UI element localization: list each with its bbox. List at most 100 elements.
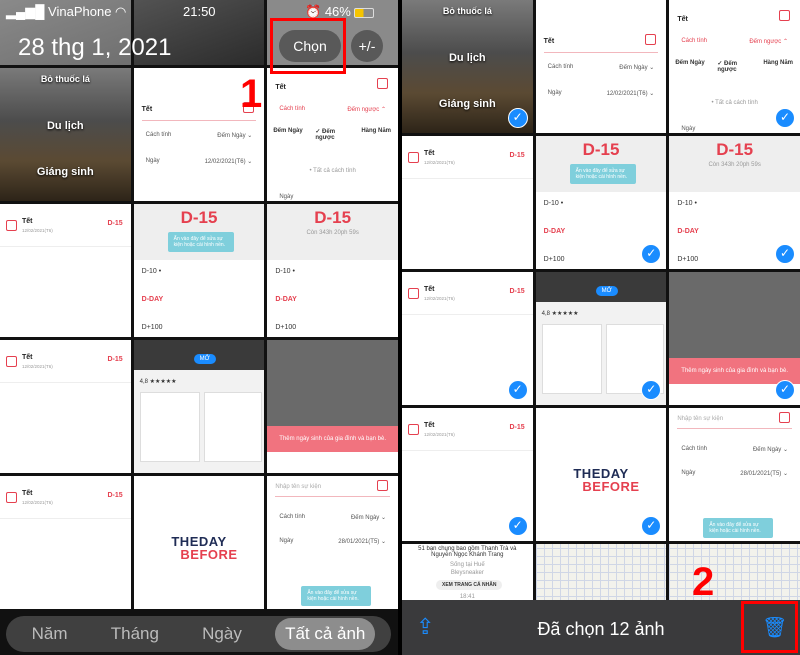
date-label: Ngày <box>547 90 562 96</box>
screenshot-preview <box>203 392 262 462</box>
date-label: Ngày <box>279 538 294 544</box>
tab-1[interactable]: Tháng <box>101 618 169 650</box>
zoom-toggle-button[interactable]: +/- <box>351 30 383 62</box>
photo-thumbnail[interactable]: D-15 Còn 343h 20ph 59s D-10 • D-DAY D+100 ✓ <box>669 136 800 269</box>
event-title: Tết <box>22 218 33 225</box>
photo-thumbnail[interactable]: Tết 12/02/2021(T6) D-15 <box>0 204 131 337</box>
method-label: Cách tính <box>145 132 172 138</box>
location: Sống tại Huế <box>449 562 485 568</box>
option-dem-nguoc: ✓ Đếm ngược <box>315 129 336 141</box>
milestone: D-10 • <box>275 268 295 275</box>
method-value: Đếm Ngày ⌄ <box>619 65 655 71</box>
date-label: Ngày <box>681 470 696 476</box>
tooltip: Ấn vào đây để sửa sự kiện hoặc cài hình … <box>703 518 774 538</box>
photo-thumbnail[interactable]: 4,8 ★★★★★ MỞ <box>133 340 265 473</box>
date-label: Ngày <box>145 158 160 164</box>
selected-check-icon[interactable]: ✓ <box>507 380 528 400</box>
username: Bleysneaker <box>450 570 484 576</box>
tab-3[interactable]: Tất cả ảnh <box>275 618 376 650</box>
photo-thumbnail[interactable]: D-15 Còn 343h 20ph 59s D-10 • D-DAY D+100 <box>267 204 398 337</box>
photo-thumbnail[interactable]: Nhập tên sự kiện Cách tính Đếm Ngày ⌄ Ngày 2… <box>669 408 800 541</box>
calendar-icon <box>6 356 17 367</box>
countdown: D-15 <box>107 492 123 499</box>
photo-thumbnail[interactable]: Tết Cách tính Đếm ngược ⌃ Đếm Ngày ✓ Đếm ngư… <box>669 0 800 133</box>
selected-check-icon[interactable]: ✓ <box>641 380 662 400</box>
milestone: D-10 • <box>543 200 564 207</box>
option-hang-nam: Hàng Năm <box>361 128 391 134</box>
photo-thumbnail[interactable]: D-15 Ấn vào đây để sửa sự kiện hoặc cài h… <box>133 204 265 337</box>
event-date: 12/02/2021(T6) <box>424 432 455 437</box>
remaining-time: Còn 343h 20ph 59s <box>306 230 359 236</box>
tab-0[interactable]: Năm <box>22 618 78 650</box>
photos-all-view: Bỏ thuốc lá Du lịch Giáng sinh Tết Cách tính… <box>0 0 398 655</box>
photo-thumbnail[interactable]: Tết 12/02/2021(T6) D-15 <box>0 340 131 473</box>
photo-grid-selected: Bỏ thuốc lá Du lịch Giáng sinh ✓ Tết Cách tín… <box>402 0 800 655</box>
photo-thumbnail[interactable]: THEDAY BEFORE <box>133 476 265 609</box>
photo-thumbnail[interactable]: D-15 Ấn vào đây để sửa sự kiện hoặc cài h… <box>535 136 667 269</box>
divider <box>0 246 131 247</box>
photos-select-view: Bỏ thuốc lá Du lịch Giáng sinh ✓ Tết Cách tín… <box>402 0 800 655</box>
milestone: D-DAY <box>141 296 164 303</box>
method-label: Cách tính <box>547 64 574 70</box>
photo-thumbnail[interactable]: Tết 12/02/2021(T6) D-15 <box>0 476 131 609</box>
calendar-icon <box>408 152 419 163</box>
status-carrier: ▂▄▆█ VinaPhone ◠ <box>6 4 127 19</box>
method-value: Đếm Ngày ⌄ <box>217 133 253 139</box>
selected-check-icon[interactable]: ✓ <box>775 244 795 264</box>
divider <box>275 496 390 497</box>
photo-thumbnail[interactable]: Tết Cách tính Đếm ngược ⌃ Đếm Ngày ✓ Đếm ngư… <box>267 68 398 201</box>
photo-thumbnail[interactable]: Thêm ngày sinh của gia đình và bạn bè. ✓ <box>669 272 800 405</box>
milestone: D-DAY <box>275 296 297 303</box>
tab-2[interactable]: Ngày <box>192 618 252 650</box>
album-label: Du lịch <box>46 120 84 132</box>
date-label: Ngày <box>279 194 294 200</box>
album-label: Bỏ thuốc lá <box>40 74 90 84</box>
photo-thumbnail[interactable]: Tết 12/02/2021(T6) D-15 ✓ <box>402 408 533 541</box>
tooltip: Ấn vào đây để sửa sự kiện hoặc cài hình … <box>301 586 372 606</box>
event-date: 12/02/2021(T6) <box>424 160 455 165</box>
view-profile-button: XEM TRANG CÁ NHÂN <box>436 580 503 590</box>
logo-text-2: BEFORE <box>582 478 640 494</box>
date-value: 12/02/2021(T6) ⌄ <box>606 91 655 97</box>
calendar-icon <box>377 480 388 491</box>
photo-thumbnail[interactable]: Nhập tên sự kiện Cách tính Đếm Ngày ⌄ Ngày 2… <box>267 476 398 609</box>
photo-thumbnail[interactable]: THEDAY BEFORE ✓ <box>535 408 667 541</box>
countdown-big: D-15 <box>716 140 754 159</box>
birthday-banner: Thêm ngày sinh của gia đình và bạn bè. <box>267 426 398 452</box>
countdown: D-15 <box>509 288 525 295</box>
remaining-time: Còn 343h 20ph 59s <box>708 162 761 168</box>
countdown-big: D-15 <box>314 208 352 227</box>
selected-check-icon[interactable]: ✓ <box>775 380 795 400</box>
status-time: 21:50 <box>183 4 216 19</box>
rating: 4,8 ★★★★★ <box>541 311 579 317</box>
event-date: 12/02/2021(T6) <box>22 500 53 505</box>
selected-check-icon[interactable]: ✓ <box>507 516 528 536</box>
all-methods-link: • Tất cả cách tính <box>309 168 356 174</box>
photo-thumbnail[interactable]: 4,8 ★★★★★ MỞ ✓ <box>535 272 667 405</box>
photo-thumbnail[interactable]: Bỏ thuốc lá Du lịch Giáng sinh ✓ <box>402 0 533 133</box>
photo-thumbnail[interactable]: Bỏ thuốc lá Du lịch Giáng sinh <box>0 68 131 201</box>
step-2-label: 2 <box>692 560 715 604</box>
calendar-icon <box>779 10 790 21</box>
event-title: Tết <box>424 286 435 293</box>
photo-thumbnail[interactable]: Thêm ngày sinh của gia đình và bạn bè. <box>267 340 398 473</box>
rating: 4,8 ★★★★★ <box>139 379 177 385</box>
method-value: Đếm ngược ⌃ <box>749 39 788 45</box>
event-title: Tết <box>141 106 153 113</box>
milestone: D+100 <box>543 256 565 263</box>
countdown: D-15 <box>509 152 525 159</box>
logo-text-2: BEFORE <box>180 546 238 562</box>
photo-thumbnail[interactable]: Tết 12/02/2021(T6) D-15 <box>402 136 533 269</box>
selected-check-icon[interactable]: ✓ <box>507 108 528 128</box>
calendar-icon <box>377 78 388 89</box>
screenshot-preview <box>541 324 602 394</box>
selected-check-icon[interactable]: ✓ <box>641 516 662 536</box>
date-value: 28/01/2021(T5) ⌄ <box>338 539 386 545</box>
divider <box>0 382 131 383</box>
photo-thumbnail[interactable]: Tết 12/02/2021(T6) D-15 ✓ <box>402 272 533 405</box>
event-title: Tết <box>677 16 688 23</box>
photo-thumbnail[interactable]: Tết Cách tính Đếm Ngày ⌄ Ngày 12/02/2021(T6)… <box>535 0 667 133</box>
date-value: 12/02/2021(T6) ⌄ <box>204 159 253 165</box>
selected-check-icon[interactable]: ✓ <box>775 108 795 128</box>
selected-check-icon[interactable]: ✓ <box>641 244 662 264</box>
